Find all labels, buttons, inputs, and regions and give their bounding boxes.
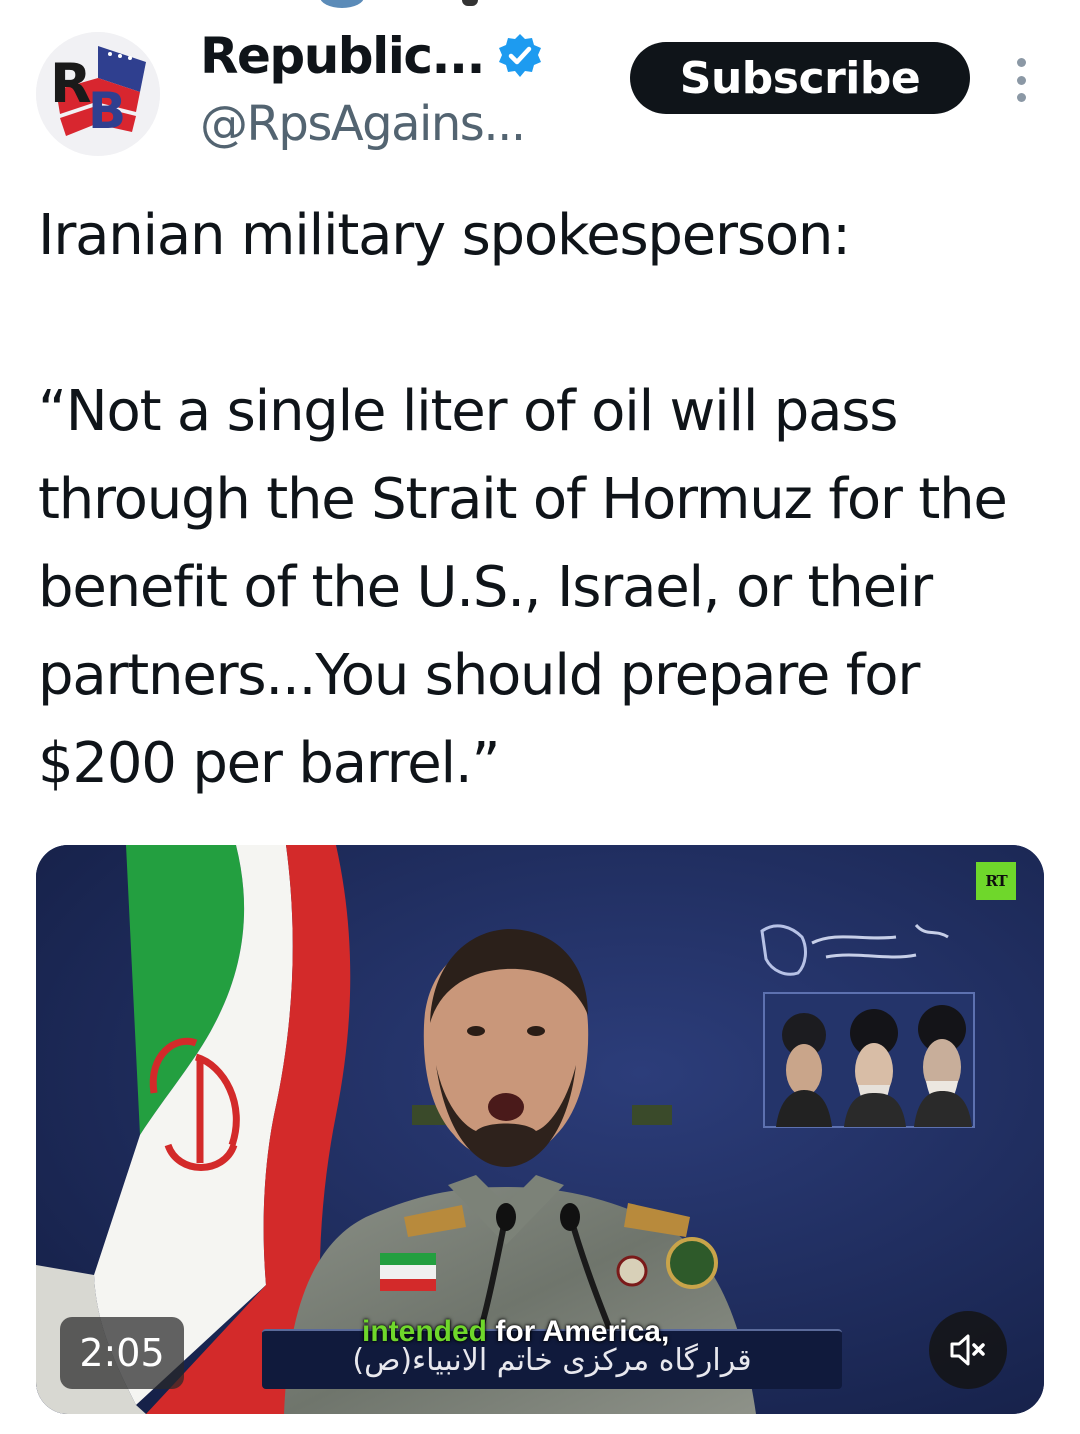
- avatar[interactable]: R B: [36, 32, 160, 156]
- video-player[interactable]: RT قرارگاه مرکزی خاتم الانبیاء(ص) intend…: [36, 845, 1044, 1414]
- tweet-text: Iranian military spokesperson: “Not a si…: [38, 203, 1008, 796]
- previous-text-fragment: [462, 0, 478, 6]
- previous-avatar-fragment: [320, 0, 364, 8]
- volume-muted-icon: [950, 1334, 985, 1366]
- svg-text:R: R: [50, 52, 92, 115]
- video-duration: 2:05: [60, 1317, 184, 1389]
- more-dot: [1016, 58, 1026, 67]
- more-dot: [1016, 93, 1026, 102]
- post-header: R B Republic... @RpsAgains... Subscribe: [36, 24, 1044, 164]
- more-dot: [1016, 75, 1026, 85]
- more-options-icon[interactable]: [1010, 58, 1032, 102]
- mute-button[interactable]: [929, 1311, 1007, 1389]
- video-subtitle: intended for America,: [362, 1315, 669, 1349]
- subscribe-button[interactable]: Subscribe: [630, 42, 970, 114]
- account-handle[interactable]: @RpsAgains...: [200, 96, 544, 152]
- subtitle-highlight: intended: [362, 1315, 487, 1348]
- svg-text:B: B: [88, 82, 126, 140]
- subtitle-rest: for America,: [487, 1315, 670, 1348]
- avatar-logo-icon: R B: [36, 32, 160, 156]
- display-name[interactable]: Republic...: [200, 27, 486, 85]
- channel-logo: RT: [976, 862, 1016, 900]
- verified-badge-icon: [499, 34, 541, 77]
- previous-post-sliver: [0, 0, 1080, 12]
- account-names: Republic... @RpsAgains...: [200, 26, 544, 152]
